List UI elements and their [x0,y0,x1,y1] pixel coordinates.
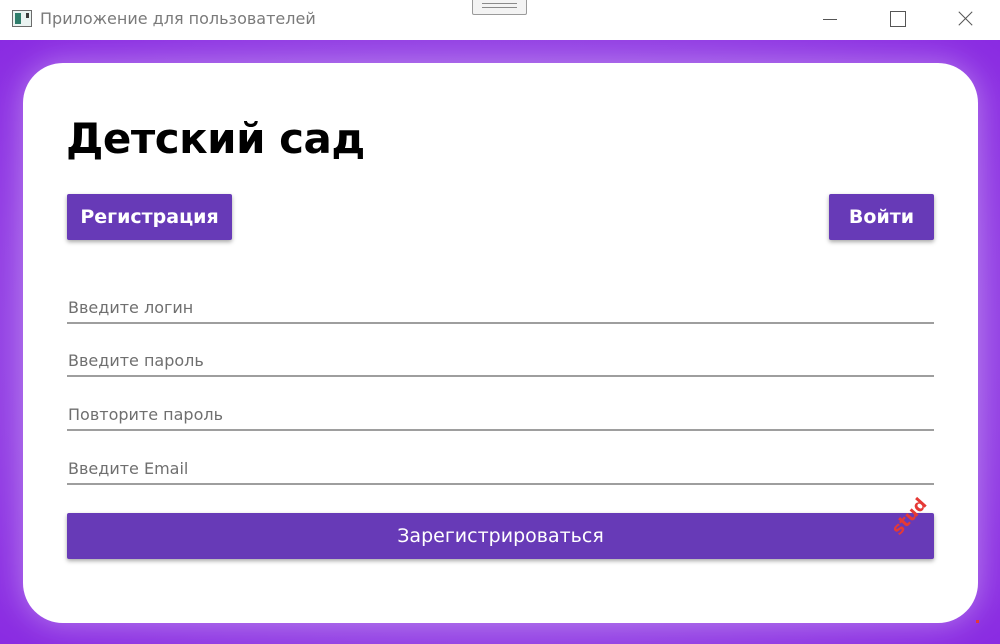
login-field-container [67,288,934,324]
password-repeat-field-container [67,395,934,431]
page-title: Детский сад [66,114,365,163]
email-input[interactable] [67,449,934,483]
password-input[interactable] [67,341,934,375]
app-icon [12,10,32,27]
register-submit-button[interactable]: Зарегистрироваться [67,513,934,559]
close-button[interactable] [943,0,989,40]
login-button[interactable]: Войти [829,194,934,240]
login-input[interactable] [67,288,934,322]
watermark-dot [976,620,979,623]
register-tab-button[interactable]: Регистрация [67,194,232,240]
password-field-container [67,341,934,377]
drag-handle[interactable] [472,0,527,15]
title-bar: Приложение для пользователей [0,0,1000,40]
minimize-button[interactable] [807,0,853,40]
password-repeat-input[interactable] [67,395,934,429]
email-field-container [67,449,934,485]
window-title: Приложение для пользователей [40,9,316,28]
maximize-button[interactable] [874,0,920,40]
